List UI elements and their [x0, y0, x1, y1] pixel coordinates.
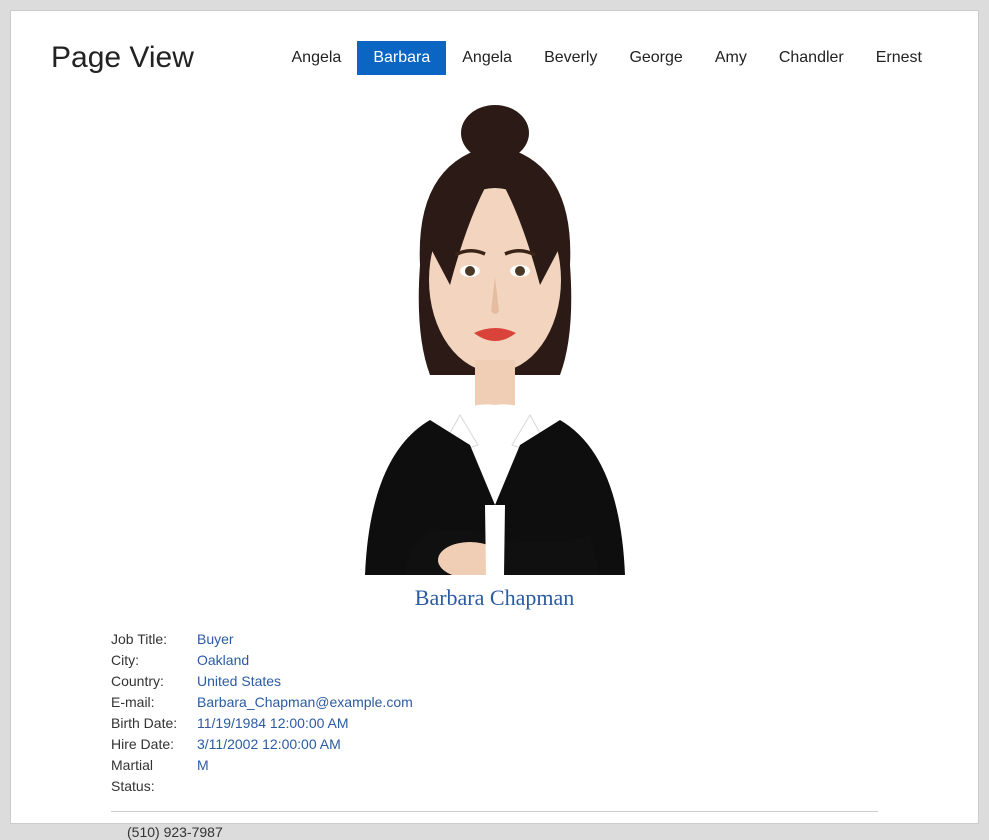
detail-row-hire-date: Hire Date: 3/11/2002 12:00:00 AM: [111, 734, 878, 755]
page-container: Page View Angela Barbara Angela Beverly …: [10, 10, 979, 824]
tab-amy[interactable]: Amy: [699, 41, 763, 75]
detail-value: Buyer: [197, 629, 234, 650]
tab-angela-2[interactable]: Angela: [446, 41, 528, 75]
person-photo: [310, 105, 680, 575]
detail-row-job-title: Job Title: Buyer: [111, 629, 878, 650]
detail-row-city: City: Oakland: [111, 650, 878, 671]
detail-label: Job Title:: [111, 629, 197, 650]
phone-value: (510) 923-7987: [127, 824, 223, 840]
person-portrait-icon: [310, 105, 680, 575]
detail-label: Martial Status:: [111, 755, 197, 797]
detail-label: City:: [111, 650, 197, 671]
detail-row-martial-status: Martial Status: M: [111, 755, 878, 797]
detail-label: Country:: [111, 671, 197, 692]
tab-ernest[interactable]: Ernest: [860, 41, 938, 75]
divider: [111, 811, 878, 812]
tab-beverly[interactable]: Beverly: [528, 41, 613, 75]
header: Page View Angela Barbara Angela Beverly …: [51, 41, 938, 75]
detail-value: Barbara_Chapman@example.com: [197, 692, 413, 713]
details-grid: Job Title: Buyer City: Oakland Country: …: [51, 629, 938, 797]
detail-value: 11/19/1984 12:00:00 AM: [197, 713, 349, 734]
detail-value: Oakland: [197, 650, 249, 671]
phone-row: (510) 923-7987: [51, 824, 938, 840]
content-area: Barbara Chapman Job Title: Buyer City: O…: [51, 95, 938, 840]
person-full-name: Barbara Chapman: [415, 585, 574, 611]
detail-row-birth-date: Birth Date: 11/19/1984 12:00:00 AM: [111, 713, 878, 734]
detail-value: United States: [197, 671, 281, 692]
detail-row-email: E-mail: Barbara_Chapman@example.com: [111, 692, 878, 713]
detail-value: 3/11/2002 12:00:00 AM: [197, 734, 341, 755]
tab-barbara[interactable]: Barbara: [357, 41, 446, 75]
detail-label: Hire Date:: [111, 734, 197, 755]
tabs-list: Angela Barbara Angela Beverly George Amy…: [276, 41, 939, 75]
tab-angela-1[interactable]: Angela: [276, 41, 358, 75]
detail-value: M: [197, 755, 209, 797]
tab-chandler[interactable]: Chandler: [763, 41, 860, 75]
tab-george[interactable]: George: [613, 41, 698, 75]
detail-label: Birth Date:: [111, 713, 197, 734]
detail-label: E-mail:: [111, 692, 197, 713]
page-title: Page View: [51, 41, 194, 75]
detail-row-country: Country: United States: [111, 671, 878, 692]
